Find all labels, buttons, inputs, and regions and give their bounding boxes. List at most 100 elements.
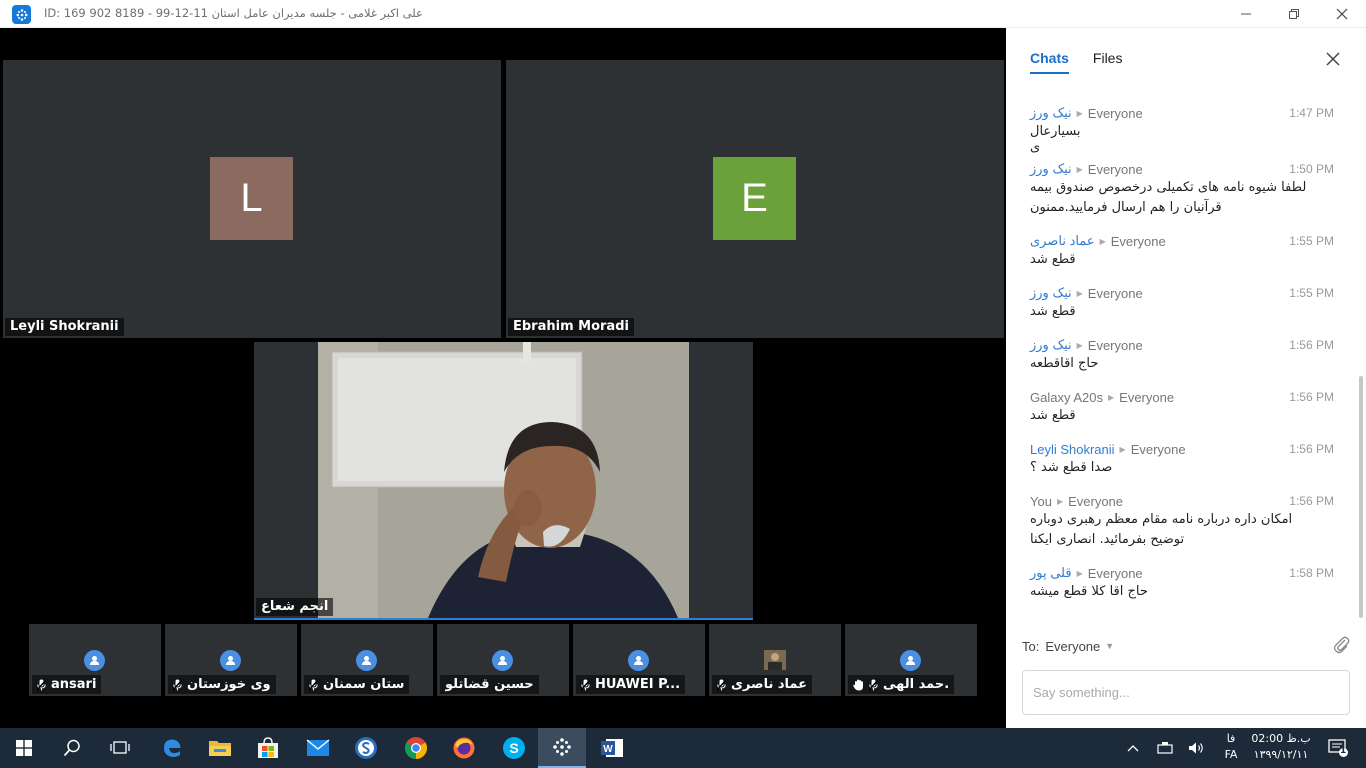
windows-taskbar: S W فا FA 02:00 ب.ظ ۱۳۹۹/۱۲/۱۱ 1 [0,728,1366,768]
close-chat-icon[interactable] [1324,50,1342,68]
message-text: صدا قطع شد ؟ [1030,460,1113,475]
mail-icon[interactable] [294,728,342,768]
message-recipient: Everyone [1068,493,1124,509]
word-icon[interactable]: W [588,728,636,768]
raised-hand-icon [853,679,863,690]
message-recipient: Everyone [1110,233,1166,249]
participant-name: وی خوزستان [187,677,271,692]
chat-message-input[interactable] [1022,670,1350,715]
network-icon[interactable] [1152,728,1178,768]
thumbnail-label: HUAWEI P... [576,675,686,694]
participant-name: HUAWEI P... [595,677,681,692]
close-window-button[interactable] [1319,0,1365,28]
message-sender[interactable]: قلی پور [1030,565,1072,581]
user-icon [356,650,377,671]
recipient-selector[interactable]: To: Everyone ▼ [1022,636,1352,656]
message-sender[interactable]: عماد ناصری [1030,233,1095,249]
active-speaker-tile[interactable]: انجم شعاع [254,342,753,620]
participant-photo [764,650,786,670]
svg-text:S: S [509,740,518,756]
message-recipient: Everyone [1130,441,1186,457]
caret-right-icon: ▶ [1076,164,1083,174]
title-bar: ID: 169 902 8189 - علی اکبر غلامی - جلسه… [0,0,1366,28]
participant-name: Leyli Shokranii [5,318,124,336]
participant-name: حمد الهی. [883,677,950,692]
notification-center-icon[interactable]: 1 [1318,728,1358,768]
edge-icon[interactable] [148,728,196,768]
caret-right-icon: ▶ [1119,444,1126,454]
windows-start-icon[interactable] [0,728,48,768]
thumbnail-tile[interactable]: ansari [29,624,161,696]
participant-name: Ebrahim Moradi [508,318,634,336]
message-sender[interactable]: Leyli Shokranii [1030,442,1115,457]
store-icon[interactable] [244,728,292,768]
message-recipient: Everyone [1087,105,1143,121]
file-explorer-icon[interactable] [196,728,244,768]
message-recipient: Everyone [1119,389,1175,405]
language-label: فا [1226,732,1236,745]
message-sender[interactable]: نیک ورز [1030,161,1072,177]
chat-scrollbar[interactable] [1359,376,1363,618]
message-time: 1:47 PM [1289,106,1334,120]
thumbnail-label: ansari [32,675,102,694]
volume-icon[interactable] [1184,728,1210,768]
task-view-icon[interactable] [96,728,144,768]
skype-icon[interactable]: S [490,728,538,768]
user-icon [492,650,513,671]
meeting-app-icon[interactable] [538,728,586,768]
chrome-icon[interactable] [392,728,440,768]
thumbnail-tile[interactable]: HUAWEI P... [573,624,705,696]
language-indicator[interactable]: فا FA [1220,731,1242,763]
chat-message: عماد ناصری ▶ Everyone 1:55 PM قطع شد [1006,232,1356,270]
thumbnail-tile[interactable]: ستان سمنان [301,624,433,696]
minimize-button[interactable] [1223,0,1269,28]
tab-chats[interactable]: Chats [1030,50,1069,74]
message-time: 1:50 PM [1289,162,1334,176]
search-icon[interactable] [48,728,96,768]
message-text: حاج اقاقطعه [1030,356,1099,371]
message-recipient: Everyone [1087,161,1143,177]
mic-muted-icon [309,678,318,691]
message-time: 1:55 PM [1289,234,1334,248]
tab-files[interactable]: Files [1093,50,1123,74]
message-sender[interactable]: نیک ورز [1030,337,1072,353]
thumbnail-tile[interactable]: عماد ناصری [709,624,841,696]
message-sender: You [1030,493,1052,509]
caret-right-icon: ▶ [1076,568,1083,578]
app-s-icon[interactable] [342,728,390,768]
caret-right-icon: ▶ [1108,392,1115,402]
message-time: 1:56 PM [1289,338,1334,352]
chat-message: You ▶ Everyone 1:56 PM امکان داره درباره نا… [1006,492,1356,550]
video-tile-ebrahim[interactable]: E Ebrahim Moradi [506,60,1004,338]
window-title: ID: 169 902 8189 - علی اکبر غلامی - جلسه… [44,6,423,20]
mic-muted-icon [581,678,590,691]
message-time: 1:58 PM [1289,566,1334,580]
participant-avatar: L [210,157,293,240]
recipient-value[interactable]: Everyone [1045,639,1100,654]
participant-avatar: E [713,157,796,240]
video-tile-leyli[interactable]: L Leyli Shokranii [3,60,501,338]
user-icon [628,650,649,671]
video-gallery: L Leyli Shokranii E Ebrahim Moradi انجم … [0,28,1006,728]
participant-name: حسین قضاتلو [445,677,534,692]
app-logo-icon [12,5,31,24]
system-clock[interactable]: 02:00 ب.ظ ۱۳۹۹/۱۲/۱۱ [1250,731,1312,763]
thumbnail-tile[interactable]: حمد الهی. [845,624,977,696]
message-sender[interactable]: نیک ورز [1030,105,1072,121]
message-text: قرآنیان را هم ارسال فرمایید.ممنون [1030,200,1222,215]
chevron-up-icon[interactable] [1122,728,1144,768]
message-recipient: Everyone [1087,337,1143,353]
user-icon [220,650,241,671]
message-sender[interactable]: Galaxy A20s [1030,390,1103,405]
message-sender[interactable]: نیک ورز [1030,285,1072,301]
mic-muted-icon [717,678,726,691]
participant-name: عماد ناصری [731,677,808,692]
attach-file-icon[interactable] [1332,634,1350,654]
thumbnail-tile[interactable]: وی خوزستان [165,624,297,696]
chat-message-list[interactable]: نیک ورز ▶ Everyone 1:47 PM بسیارعال ی نیک و… [1006,104,1356,620]
message-text: ی [1030,140,1041,155]
firefox-icon[interactable] [440,728,488,768]
thumbnail-tile[interactable]: حسین قضاتلو [437,624,569,696]
restore-button[interactable] [1271,0,1317,28]
chevron-down-icon: ▼ [1105,641,1115,651]
